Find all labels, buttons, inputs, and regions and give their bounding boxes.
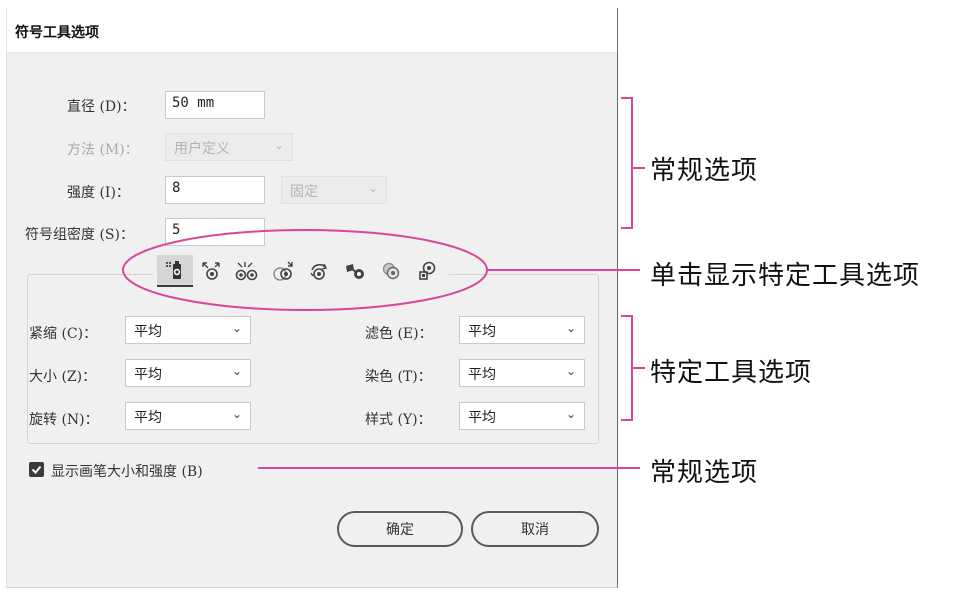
annotation-click-tool: 单击显示特定工具选项 xyxy=(650,261,921,291)
dialog-title: 符号工具选项 xyxy=(15,25,99,41)
screen-label: 滤色 (E)： xyxy=(365,326,433,342)
annotation-general-bottom: 常规选项 xyxy=(650,458,759,488)
symbol-sizer-icon xyxy=(273,261,293,281)
chevron-down-icon: ⌄ xyxy=(231,407,242,421)
symbol-stainer-icon xyxy=(346,264,364,279)
annotation-general-top: 常规选项 xyxy=(650,156,759,186)
tool-spinner[interactable] xyxy=(301,255,337,287)
chevron-down-icon: ⌄ xyxy=(565,407,576,421)
diameter-label: 直径 (D)： xyxy=(67,99,136,115)
tool-sprayer[interactable] xyxy=(157,255,193,287)
style-value: 平均 xyxy=(468,410,496,426)
tool-stainer[interactable] xyxy=(337,255,373,287)
method-dropdown[interactable]: 用户定义 ⌄ xyxy=(165,133,293,161)
symbol-scruncher-icon xyxy=(235,262,258,281)
intensity-label: 强度 (I)： xyxy=(67,185,130,201)
spin-value: 平均 xyxy=(134,410,162,426)
spin-label: 旋转 (N)： xyxy=(29,412,99,428)
tool-screener[interactable] xyxy=(373,255,409,287)
annotation-tool-specific: 特定工具选项 xyxy=(650,358,813,388)
dialog-titlebar: 符号工具选项 xyxy=(7,8,617,53)
intensity-mode-value: 固定 xyxy=(290,184,318,200)
tool-options-bracket xyxy=(621,315,645,421)
scrunch-dropdown[interactable]: 平均 ⌄ xyxy=(125,316,251,344)
tool-scruncher[interactable] xyxy=(229,255,265,287)
screen-value: 平均 xyxy=(468,324,496,340)
size-dropdown[interactable]: 平均 ⌄ xyxy=(125,359,251,387)
screen-dropdown[interactable]: 平均 ⌄ xyxy=(459,316,585,344)
chevron-down-icon: ⌄ xyxy=(231,364,242,378)
intensity-input[interactable]: 8 xyxy=(165,176,265,204)
chevron-down-icon: ⌄ xyxy=(565,321,576,335)
style-dropdown[interactable]: 平均 ⌄ xyxy=(459,402,585,430)
symbol-sprayer-icon xyxy=(166,261,181,279)
tool-shifter[interactable] xyxy=(193,255,229,287)
chevron-down-icon: ⌄ xyxy=(565,364,576,378)
chevron-down-icon: ⌄ xyxy=(231,321,242,335)
size-value: 平均 xyxy=(134,367,162,383)
symbol-styler-icon xyxy=(419,261,436,280)
scrunch-label: 紧缩 (C)： xyxy=(29,326,98,342)
density-label: 符号组密度 (S)： xyxy=(25,227,134,243)
general-options-bracket xyxy=(621,97,645,229)
chevron-down-icon: ⌄ xyxy=(273,138,284,152)
tool-styler[interactable] xyxy=(409,255,445,287)
symbol-screener-icon xyxy=(382,262,400,280)
stain-value: 平均 xyxy=(468,367,496,383)
symbol-shifter-icon xyxy=(202,262,220,280)
tool-sizer[interactable] xyxy=(265,255,301,287)
symbolism-tools-options-dialog: 符号工具选项 直径 (D)： 50 mm 方法 (M)： 用户定义 ⌄ 强度 (… xyxy=(6,8,618,588)
symbol-spinner-icon xyxy=(310,263,328,280)
show-brush-label: 显示画笔大小和强度 (B) xyxy=(51,464,203,480)
spin-dropdown[interactable]: 平均 ⌄ xyxy=(125,402,251,430)
method-label: 方法 (M)： xyxy=(67,142,139,158)
checkmark-icon xyxy=(31,465,42,474)
stain-label: 染色 (T)： xyxy=(365,369,432,385)
cancel-button[interactable]: 取消 xyxy=(471,511,599,547)
chevron-down-icon: ⌄ xyxy=(367,181,378,195)
intensity-mode-dropdown[interactable]: 固定 ⌄ xyxy=(281,176,387,204)
size-label: 大小 (Z)： xyxy=(29,369,97,385)
diameter-input[interactable]: 50 mm xyxy=(165,91,265,119)
symbolism-tool-strip xyxy=(153,255,449,287)
method-value: 用户定义 xyxy=(174,141,230,157)
ok-button[interactable]: 确定 xyxy=(337,511,463,547)
scrunch-value: 平均 xyxy=(134,324,162,340)
density-input[interactable]: 5 xyxy=(165,218,265,246)
stain-dropdown[interactable]: 平均 ⌄ xyxy=(459,359,585,387)
show-brush-checkbox[interactable] xyxy=(29,462,44,477)
screenshot-canvas: 符号工具选项 直径 (D)： 50 mm 方法 (M)： 用户定义 ⌄ 强度 (… xyxy=(0,0,972,599)
style-label: 样式 (Y)： xyxy=(365,412,432,428)
